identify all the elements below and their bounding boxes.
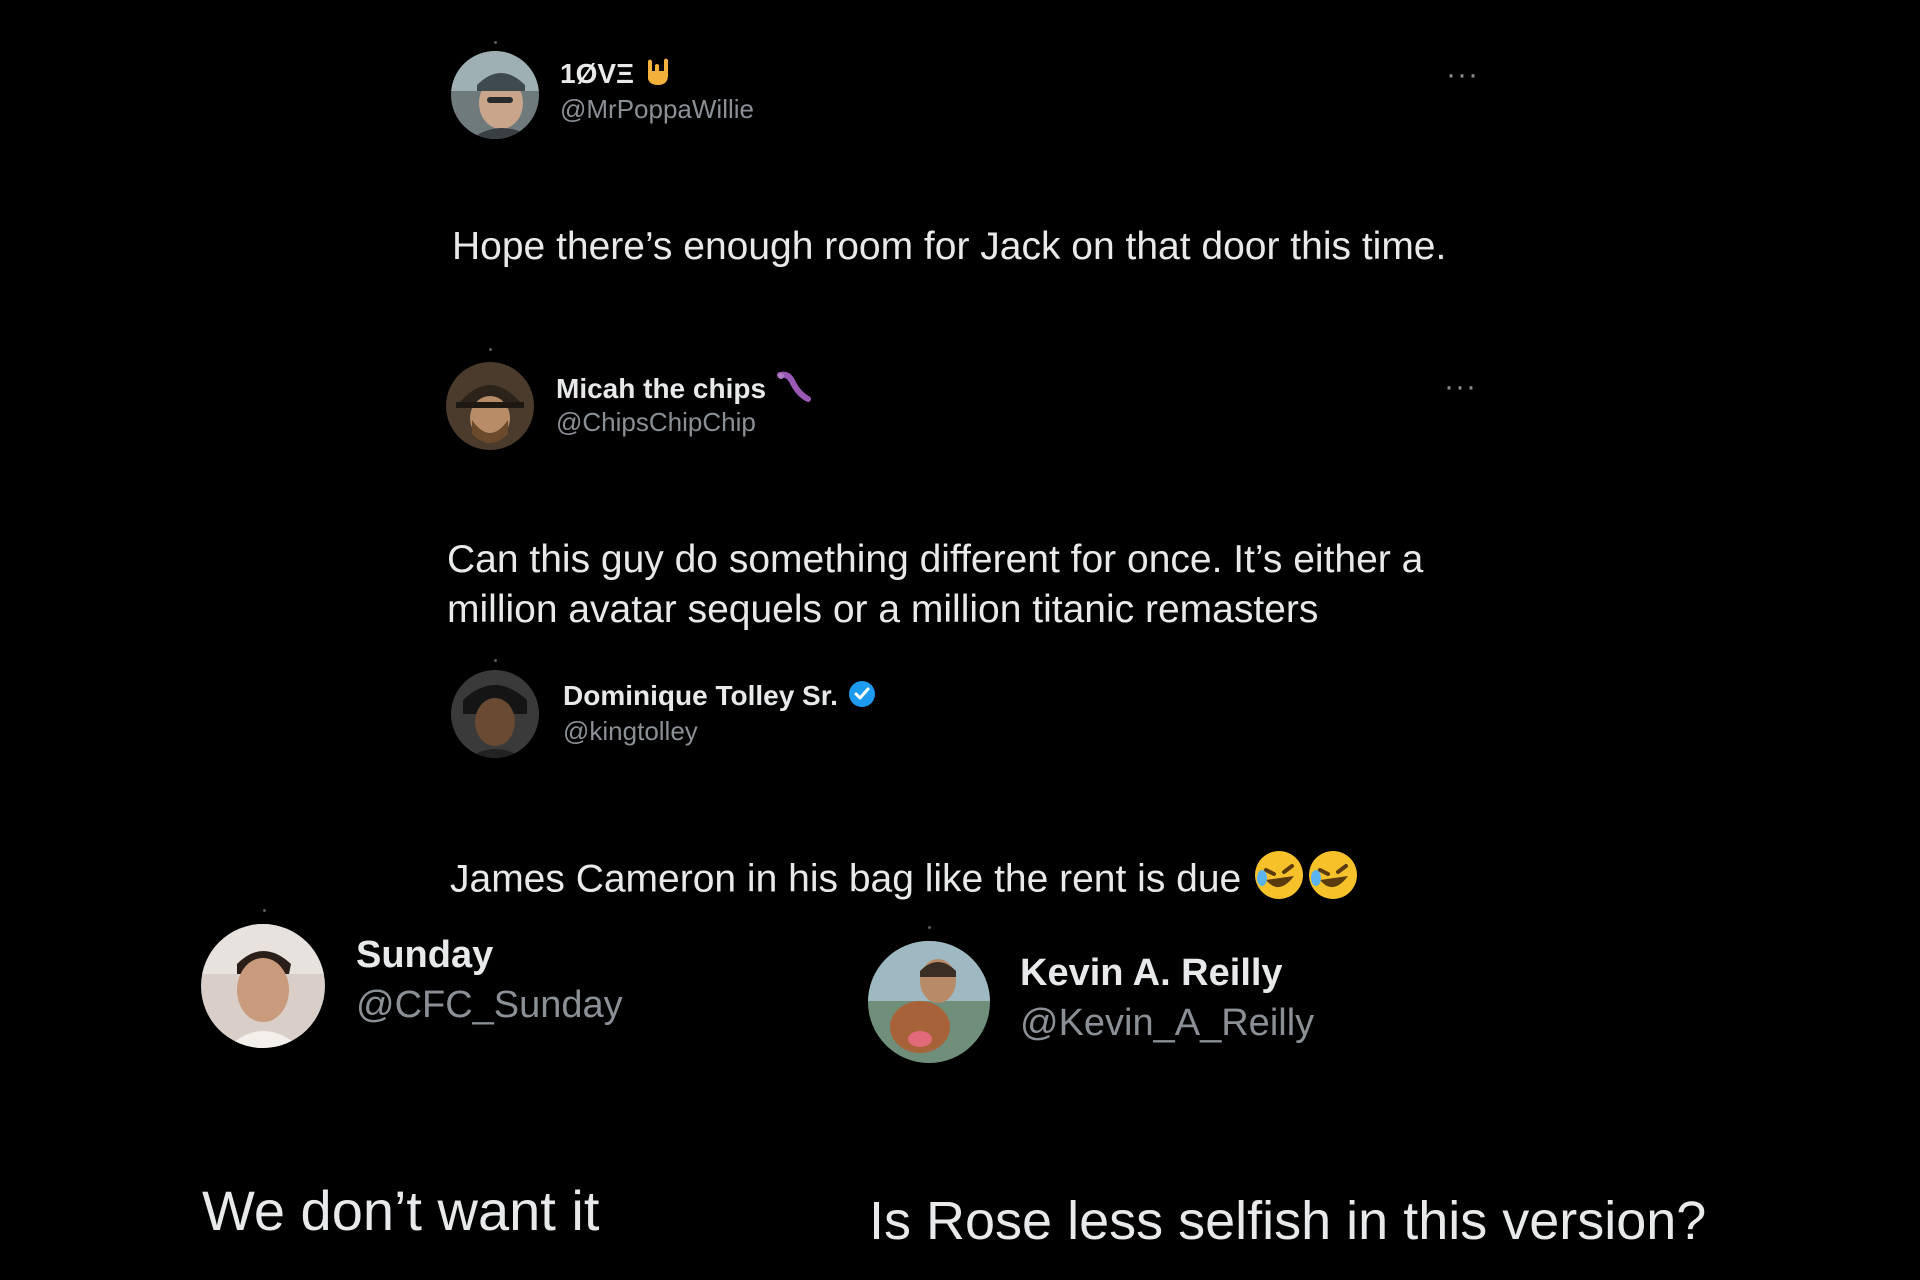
- handle[interactable]: @ChipsChipChip: [556, 407, 756, 438]
- rolling-laughing-emoji-icon: [1252, 848, 1306, 915]
- display-name[interactable]: Sunday: [356, 934, 493, 977]
- display-name[interactable]: Kevin A. Reilly: [1020, 952, 1283, 995]
- handle[interactable]: @MrPoppaWillie: [560, 94, 754, 125]
- display-name[interactable]: Dominique Tolley Sr.: [563, 678, 878, 717]
- rolling-laughing-emoji-icon: [1306, 848, 1360, 915]
- tweet-text: Can this guy do something different for …: [447, 538, 1424, 631]
- avatar-kingtolley[interactable]: [451, 670, 539, 758]
- more-options-icon[interactable]: ···: [1444, 372, 1477, 402]
- avatar-mrpoppawillie[interactable]: [451, 51, 539, 139]
- worm-emoji-icon: [774, 371, 812, 410]
- tweet-text: James Cameron in his bag like the rent i…: [450, 848, 1550, 915]
- display-name[interactable]: Micah the chips: [556, 371, 812, 410]
- separator-dot: [263, 909, 266, 912]
- avatar-kevin-a-reilly[interactable]: [868, 941, 990, 1063]
- rock-hand-emoji-icon: [642, 57, 674, 94]
- avatar-chipschipchip[interactable]: [446, 362, 534, 450]
- handle[interactable]: @Kevin_A_Reilly: [1020, 1002, 1314, 1045]
- avatar-cfc-sunday[interactable]: [201, 924, 325, 1048]
- handle[interactable]: @kingtolley: [563, 716, 698, 747]
- tweet-text: Is Rose less selfish in this version?: [869, 1191, 1707, 1251]
- separator-dot: [489, 348, 492, 351]
- tweet-text: Hope there’s enough room for Jack on tha…: [452, 225, 1447, 268]
- tweet-text: We don’t want it: [202, 1179, 600, 1242]
- verified-badge-icon: [846, 678, 878, 717]
- separator-dot: [494, 659, 497, 662]
- separator-dot: [494, 41, 497, 44]
- display-name[interactable]: 1ØVΞ: [560, 57, 674, 94]
- more-options-icon[interactable]: ···: [1446, 60, 1479, 90]
- separator-dot: [928, 926, 931, 929]
- handle[interactable]: @CFC_Sunday: [356, 984, 623, 1027]
